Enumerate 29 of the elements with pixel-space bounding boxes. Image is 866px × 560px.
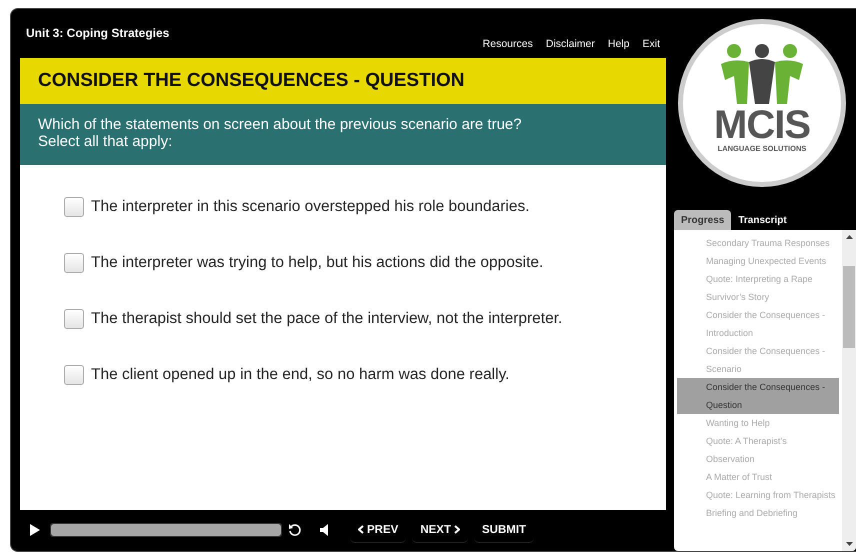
header-link[interactable]: Help — [608, 38, 630, 58]
replay-icon[interactable] — [288, 523, 302, 537]
option-label: The therapist should set the pace of the interview, not the interpreter. — [91, 310, 562, 328]
option-label: The interpreter was trying to help, but his actions did the opposite. — [91, 254, 544, 272]
panel-tab[interactable]: Transcript — [731, 210, 794, 230]
option-label: The interpreter in this scenario overstepped his role boundaries. — [91, 198, 530, 216]
scrollbar[interactable] — [842, 230, 856, 551]
option-label: The client opened up in the end, so no harm was done really. — [91, 366, 510, 384]
checkbox[interactable] — [64, 365, 84, 385]
course-title: Unit 3: Coping Strategies — [25, 25, 170, 42]
header-link[interactable]: Resources — [482, 38, 533, 58]
slide-heading: CONSIDER THE CONSEQUENCES - QUESTION — [20, 58, 666, 104]
question-prompt: Which of the statements on screen about the previous scenario are true? Select all that apply: — [20, 104, 666, 165]
play-icon[interactable] — [30, 524, 40, 536]
logo-name: MCIS — [714, 106, 810, 144]
scroll-down-icon[interactable] — [846, 542, 852, 546]
people-icon — [719, 44, 805, 106]
scroll-up-icon[interactable] — [846, 235, 852, 239]
scroll-thumb[interactable] — [843, 266, 855, 348]
checkbox[interactable] — [64, 197, 84, 217]
panel-tab[interactable]: Progress — [674, 210, 732, 230]
chevron-right-icon — [454, 525, 460, 534]
chevron-left-icon — [358, 525, 364, 534]
header-link[interactable]: Exit — [642, 38, 660, 58]
checkbox[interactable] — [64, 253, 84, 273]
header-link[interactable]: Disclaimer — [546, 38, 595, 58]
outline-item[interactable]: Consider the Consequences - Question — [677, 378, 839, 414]
checkbox[interactable] — [64, 309, 84, 329]
volume-icon[interactable] — [320, 524, 330, 536]
